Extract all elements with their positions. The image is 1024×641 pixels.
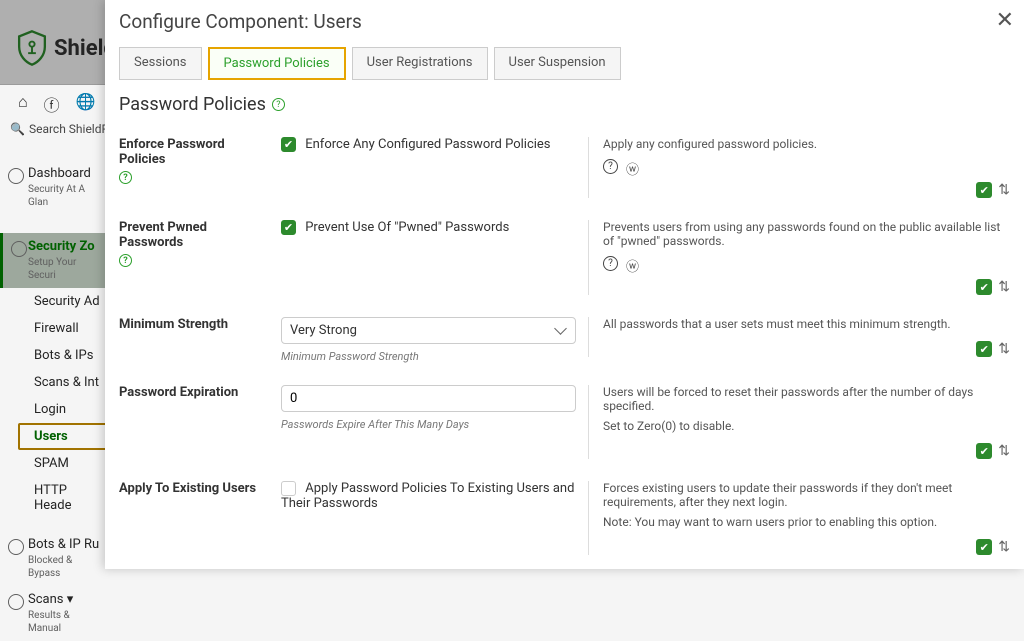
sidebar-bots-ip-rules[interactable]: Bots & IP Ru Blocked & Bypass: [0, 531, 110, 586]
status-enabled-icon: [976, 539, 992, 555]
tab-user-suspension[interactable]: User Suspension: [494, 47, 621, 80]
wordpress-icon[interactable]: ⓦ: [626, 256, 639, 275]
sidebar-dashboard[interactable]: Dashboard Security At A Glan: [0, 160, 110, 215]
info-icon[interactable]: ?: [603, 256, 618, 271]
section-title: Password Policies ?: [105, 90, 1024, 129]
facebook-icon[interactable]: ⓕ: [44, 92, 60, 116]
label-pwned: Prevent Pwned Passwords ?: [119, 220, 269, 267]
sidebar-item-http-headers[interactable]: HTTP Heade: [18, 477, 110, 519]
sidebar-item-login[interactable]: Login: [18, 396, 110, 423]
help-icon[interactable]: ?: [272, 98, 285, 111]
sidebar-item-users[interactable]: Users: [18, 423, 110, 450]
wordpress-icon[interactable]: ⓦ: [626, 159, 639, 178]
sort-icon[interactable]: ⇅: [998, 443, 1010, 459]
sidebar-scans[interactable]: Scans ▾ Results & Manual: [0, 586, 110, 641]
label-apply-existing: Apply To Existing Users: [119, 481, 269, 496]
checkbox-enforce[interactable]: [281, 137, 296, 152]
label-expiration: Password Expiration: [119, 385, 269, 400]
sort-icon[interactable]: ⇅: [998, 341, 1010, 357]
status-enabled-icon: [976, 443, 992, 459]
close-icon[interactable]: ✕: [996, 8, 1014, 33]
sort-icon[interactable]: ⇅: [998, 539, 1010, 555]
sidebar-item-scans-int[interactable]: Scans & Int: [18, 369, 110, 396]
input-expiration-days[interactable]: [281, 385, 576, 412]
info-icon[interactable]: ?: [603, 159, 618, 174]
sidebar-item-bots-ips[interactable]: Bots & IPs: [18, 342, 110, 369]
status-enabled-icon: [976, 279, 992, 295]
status-enabled-icon: [976, 182, 992, 198]
checkbox-pwned[interactable]: [281, 220, 296, 235]
help-icon[interactable]: ?: [119, 171, 132, 184]
tab-sessions[interactable]: Sessions: [119, 47, 202, 80]
sidebar-item-spam[interactable]: SPAM: [18, 450, 110, 477]
sidebar-security-zones[interactable]: Security Zo Setup Your Securi: [0, 233, 110, 288]
help-icon[interactable]: ?: [119, 254, 132, 267]
tab-password-policies[interactable]: Password Policies: [208, 47, 346, 80]
select-min-strength[interactable]: Very Strong: [281, 317, 576, 344]
sort-icon[interactable]: ⇅: [998, 182, 1010, 198]
tab-user-registrations[interactable]: User Registrations: [352, 47, 488, 80]
label-enforce: Enforce Password Policies ?: [119, 137, 269, 184]
checkbox-apply-existing[interactable]: [281, 481, 296, 496]
modal-title: Configure Component: Users: [105, 0, 1024, 39]
globe-icon[interactable]: 🌐: [76, 92, 96, 116]
configure-modal: Configure Component: Users ✕ Sessions Pa…: [105, 0, 1024, 569]
status-enabled-icon: [976, 341, 992, 357]
label-strength: Minimum Strength: [119, 317, 269, 332]
sort-icon[interactable]: ⇅: [998, 279, 1010, 295]
sidebar-item-firewall[interactable]: Firewall: [18, 315, 110, 342]
home-icon[interactable]: ⌂: [18, 92, 28, 116]
sidebar-item-security-admin[interactable]: Security Ad: [18, 288, 110, 315]
search-icon: 🔍: [10, 122, 25, 136]
